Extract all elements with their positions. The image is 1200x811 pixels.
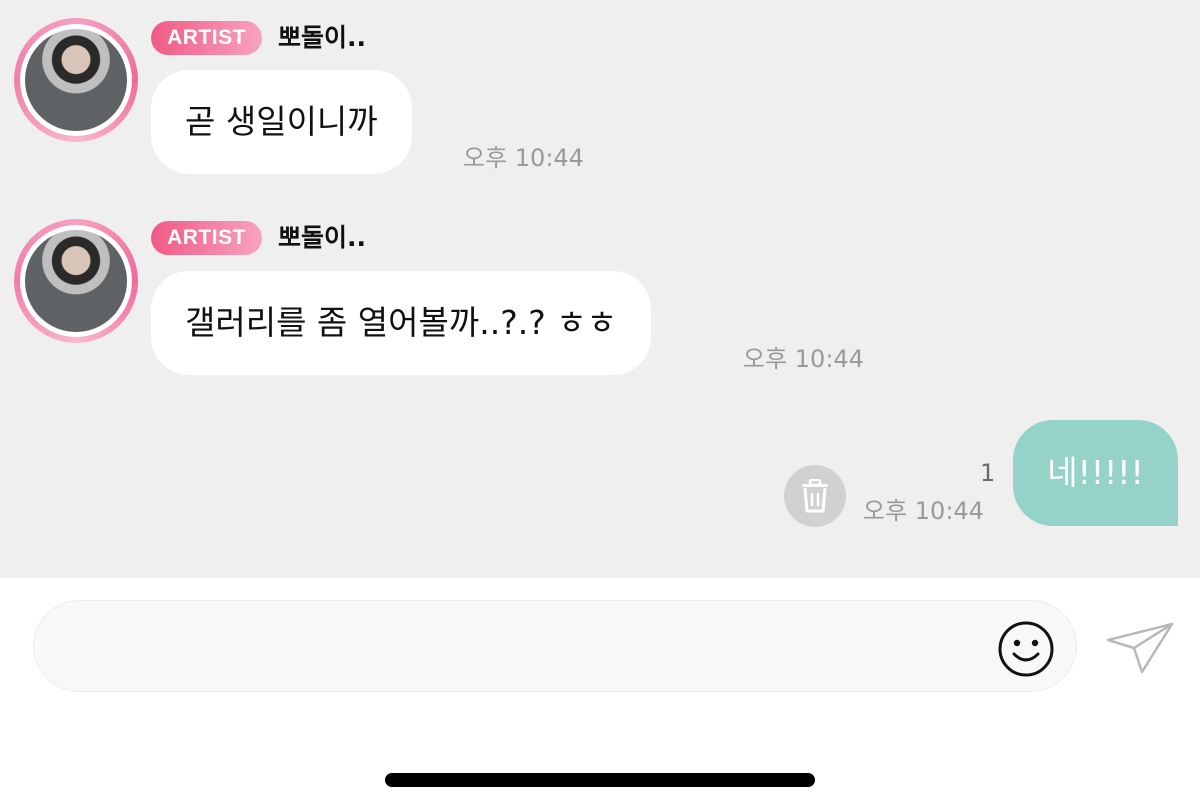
- smiley-icon: [997, 621, 1055, 682]
- avatar-ring-inner: [20, 225, 132, 337]
- avatar-ring-inner: [20, 24, 132, 136]
- message-bubble[interactable]: 갤러리를 좀 열어볼까..?.? ㅎㅎ: [151, 271, 651, 375]
- message-composer: [33, 600, 1077, 692]
- paper-plane-icon: [1104, 622, 1176, 680]
- send-button[interactable]: [1104, 618, 1176, 676]
- chat-area[interactable]: ARTIST 뽀돌이.. 곧 생일이니까 오후 10:44 ARTIST 뽀돌이…: [0, 0, 1200, 578]
- message-time: 오후 10:44: [743, 345, 864, 373]
- sender-name: 뽀돌이..: [278, 23, 366, 52]
- artist-avatar[interactable]: [14, 18, 138, 142]
- message-time: 오후 10:44: [463, 144, 584, 172]
- delete-message-button[interactable]: [784, 465, 846, 527]
- home-indicator[interactable]: [385, 773, 815, 787]
- artist-badge: ARTIST: [151, 221, 262, 255]
- avatar-photo: [25, 230, 127, 332]
- unread-count: 1: [980, 459, 996, 487]
- sender-name: 뽀돌이..: [278, 223, 366, 252]
- message-bubble[interactable]: 곧 생일이니까: [151, 70, 412, 174]
- artist-avatar[interactable]: [14, 219, 138, 343]
- avatar-photo: [25, 29, 127, 131]
- message-input[interactable]: [64, 621, 988, 673]
- my-message-time: 오후 10:44: [863, 497, 984, 525]
- emoji-button[interactable]: [997, 620, 1055, 678]
- artist-badge: ARTIST: [151, 21, 262, 55]
- my-message-bubble[interactable]: 네!!!!!: [1013, 420, 1178, 526]
